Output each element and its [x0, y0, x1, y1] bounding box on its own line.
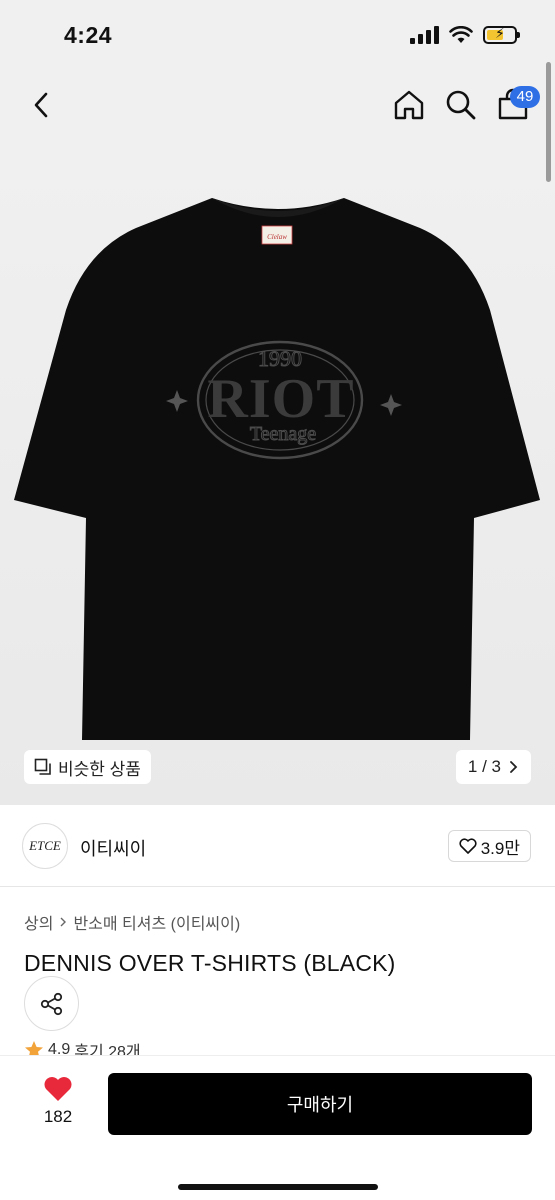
cart-count-badge: 49 [510, 86, 540, 108]
battery-icon: ⚡ [483, 25, 520, 44]
heart-outline-icon [459, 838, 477, 854]
brand-logo[interactable]: ETCE [22, 823, 68, 869]
share-icon [40, 992, 62, 1015]
search-icon[interactable] [444, 88, 478, 122]
similar-items-icon [34, 758, 51, 775]
breadcrumb: 상의 반소매 티셔츠 (이티씨이) [24, 910, 240, 934]
product-image-gallery[interactable]: Clelaw 1990 RIOT Teenage 비슷한 상품 1 / 3 [0, 140, 555, 805]
status-icons: ⚡ [410, 25, 520, 44]
share-button[interactable] [24, 976, 79, 1031]
heart-filled-icon [44, 1077, 72, 1101]
breadcrumb-subcategory[interactable]: 반소매 티셔츠 (이티씨이) [73, 910, 240, 934]
cellular-signal-icon [410, 26, 439, 44]
favorite-button[interactable]: 182 [36, 1076, 80, 1127]
brand-like-count: 3.9만 [480, 838, 520, 858]
home-indicator [178, 1184, 378, 1190]
neck-label-text: Clelaw [267, 233, 287, 241]
scrollbar[interactable] [546, 62, 551, 182]
similar-products-button[interactable]: 비슷한 상품 [24, 750, 151, 784]
page-indicator: 1 / 3 [467, 757, 501, 776]
chevron-right-icon [510, 761, 518, 773]
print-main: RIOT [207, 368, 354, 430]
image-pager[interactable]: 1 / 3 [455, 750, 531, 784]
buy-button[interactable]: 구매하기 [108, 1073, 532, 1135]
breadcrumb-category[interactable]: 상의 [24, 910, 53, 934]
status-bar: 4:24 ⚡ [0, 0, 555, 70]
brand-name[interactable]: 이티씨이 [80, 835, 146, 861]
home-icon[interactable] [392, 88, 426, 122]
top-navigation-bar: 49 [0, 70, 555, 140]
product-title: DENNIS OVER T-SHIRTS (BLACK) [24, 950, 396, 976]
chevron-right-icon [60, 917, 67, 927]
bottom-action-bar: 182 구매하기 [0, 1055, 555, 1200]
status-time: 4:24 [64, 22, 113, 48]
brand-like-button[interactable]: 3.9만 [447, 830, 531, 862]
similar-products-label: 비슷한 상품 [58, 759, 141, 779]
back-arrow-icon[interactable] [28, 90, 56, 120]
wifi-icon [449, 26, 473, 43]
tshirt-shape [14, 198, 540, 740]
brand-row[interactable]: ETCE 이티씨이 3.9만 [0, 805, 555, 887]
product-image: Clelaw 1990 RIOT Teenage [14, 198, 540, 740]
favorite-count: 182 [43, 1107, 73, 1126]
print-sub: Teenage [250, 423, 316, 445]
